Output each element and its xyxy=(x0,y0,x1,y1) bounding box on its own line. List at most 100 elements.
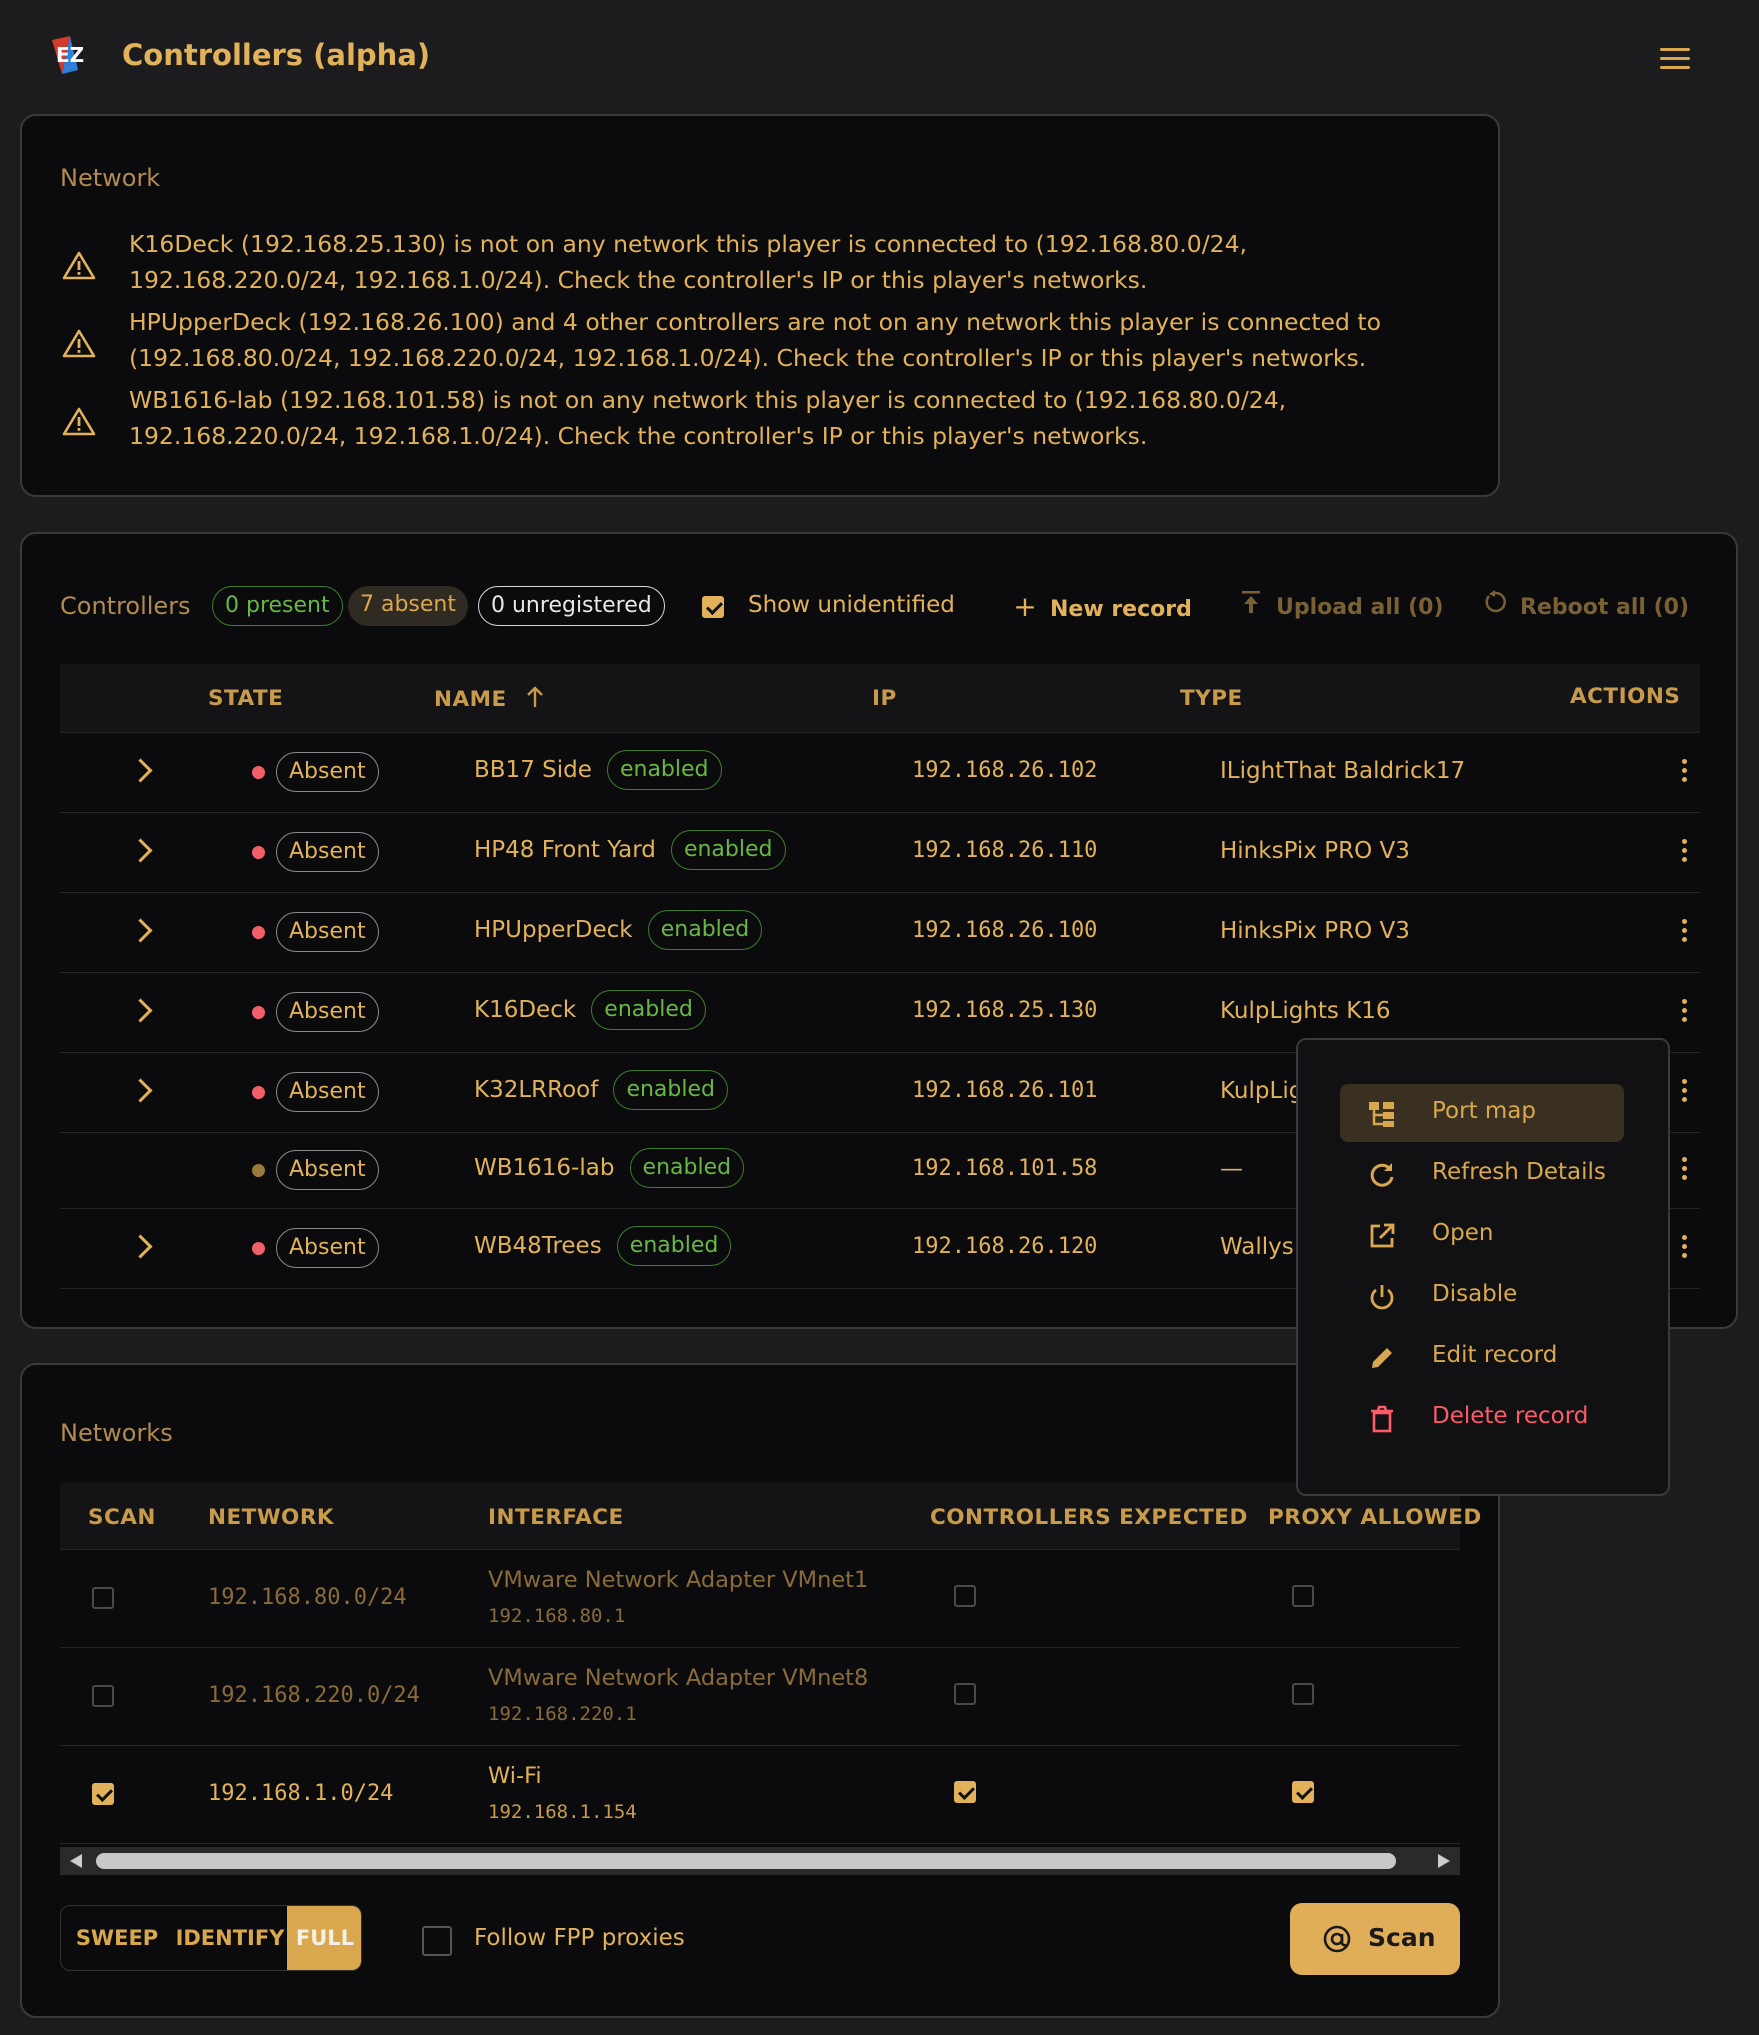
status-dot xyxy=(252,1086,265,1099)
expand-chevron-icon[interactable] xyxy=(128,838,153,863)
plus-icon: + xyxy=(1013,590,1037,623)
controller-name[interactable]: WB48Trees xyxy=(474,1233,602,1259)
controllers-expected-checkbox[interactable] xyxy=(954,1585,976,1607)
menu-item-label: Delete record xyxy=(1432,1403,1589,1429)
scan-mode-identify-button[interactable]: IDENTIFY xyxy=(173,1906,287,1970)
enabled-badge: enabled xyxy=(629,1148,745,1188)
new-record-button[interactable]: + New record xyxy=(1012,590,1192,623)
enabled-badge: enabled xyxy=(670,830,786,870)
follow-proxies-checkbox[interactable] xyxy=(422,1926,452,1956)
controller-type: HinksPix PRO V3 xyxy=(1220,838,1410,864)
upload-all-button[interactable]: Upload all (0) xyxy=(1238,590,1444,620)
expand-chevron-icon[interactable] xyxy=(128,758,153,783)
interface-ip: 192.168.220.1 xyxy=(488,1703,637,1725)
controller-name[interactable]: BB17 Side xyxy=(474,757,592,783)
present-count-badge[interactable]: 0 present xyxy=(212,586,343,626)
network-label: Network xyxy=(60,164,161,192)
expand-chevron-icon[interactable] xyxy=(128,918,153,943)
proxy-allowed-checkbox[interactable] xyxy=(1292,1683,1314,1705)
controllers-expected-checkbox[interactable] xyxy=(954,1781,976,1803)
controller-name[interactable]: HP48 Front Yard xyxy=(474,837,656,863)
power-icon xyxy=(1368,1283,1396,1311)
network-panel: Network K16Deck (192.168.25.130) is not … xyxy=(20,114,1500,497)
expand-chevron-icon[interactable] xyxy=(128,1078,153,1103)
menu-item-port-map[interactable]: Port map xyxy=(1340,1084,1624,1142)
scan-button[interactable]: Scan xyxy=(1290,1903,1460,1975)
hamburger-menu-icon[interactable] xyxy=(1660,48,1690,70)
controller-row[interactable]: Absent HPUpperDeck enabled 192.168.26.10… xyxy=(60,892,1700,973)
expand-chevron-icon[interactable] xyxy=(128,1234,153,1259)
controller-name[interactable]: K16Deck xyxy=(474,997,576,1023)
scroll-left-icon[interactable] xyxy=(70,1854,82,1868)
controllers-table-header: STATE NAME IP TYPE ACTIONS xyxy=(60,664,1700,733)
proxy-allowed-checkbox[interactable] xyxy=(1292,1781,1314,1803)
controller-name-cell: HP48 Front Yard enabled xyxy=(474,830,786,870)
unregistered-count-badge[interactable]: 0 unregistered xyxy=(478,586,665,626)
type-column-header[interactable]: TYPE xyxy=(1180,686,1243,711)
more-actions-icon[interactable] xyxy=(1682,759,1688,786)
menu-item-refresh-details[interactable]: Refresh Details xyxy=(1340,1145,1624,1203)
scan-checkbox[interactable] xyxy=(92,1783,114,1805)
scrollbar-thumb[interactable] xyxy=(96,1853,1396,1869)
at-sign-icon xyxy=(1323,1925,1351,1953)
interface-name: VMware Network Adapter VMnet1 xyxy=(488,1567,869,1593)
scan-mode-sweep-button[interactable]: SWEEP xyxy=(61,1906,173,1970)
follow-proxies-label: Follow FPP proxies xyxy=(474,1925,685,1951)
networks-label: Networks xyxy=(60,1419,173,1447)
more-actions-icon[interactable] xyxy=(1682,1157,1688,1184)
menu-item-label: Edit record xyxy=(1432,1342,1558,1368)
state-column-header[interactable]: STATE xyxy=(208,686,283,711)
menu-item-edit-record[interactable]: Edit record xyxy=(1340,1328,1624,1386)
controller-row[interactable]: Absent BB17 Side enabled 192.168.26.102 I… xyxy=(60,732,1700,813)
name-column-header[interactable]: NAME xyxy=(434,686,545,712)
status-dot xyxy=(252,1006,265,1019)
port-map-icon xyxy=(1368,1100,1396,1128)
warning-icon xyxy=(62,407,96,436)
menu-item-delete-record[interactable]: Delete record xyxy=(1340,1389,1624,1447)
controller-ip: 192.168.26.101 xyxy=(912,1078,1098,1103)
more-actions-icon[interactable] xyxy=(1682,919,1688,946)
more-actions-icon[interactable] xyxy=(1682,1235,1688,1262)
trash-icon xyxy=(1368,1405,1396,1433)
menu-item-label: Open xyxy=(1432,1220,1494,1246)
upload-icon xyxy=(1238,590,1264,620)
state-badge: Absent xyxy=(276,912,379,952)
state-badge: Absent xyxy=(276,832,379,872)
more-actions-icon[interactable] xyxy=(1682,1079,1688,1106)
menu-item-open[interactable]: Open xyxy=(1340,1206,1624,1264)
network-row: 192.168.80.0/24 VMware Network Adapter V… xyxy=(60,1549,1460,1648)
scroll-right-icon[interactable] xyxy=(1438,1854,1450,1868)
state-badge: Absent xyxy=(276,1072,379,1112)
absent-count-badge[interactable]: 7 absent xyxy=(348,586,469,626)
ip-column-header[interactable]: IP xyxy=(872,686,897,711)
menu-item-label: Port map xyxy=(1432,1098,1537,1124)
controller-name[interactable]: HPUpperDeck xyxy=(474,917,633,943)
show-unidentified-checkbox[interactable] xyxy=(702,596,724,618)
reboot-all-button[interactable]: Reboot all (0) xyxy=(1482,590,1689,620)
enabled-badge: enabled xyxy=(613,1070,728,1110)
warning-icon xyxy=(62,329,96,358)
more-actions-icon[interactable] xyxy=(1682,999,1688,1026)
menu-item-label: Refresh Details xyxy=(1432,1159,1606,1185)
pencil-icon xyxy=(1368,1344,1396,1372)
scan-checkbox[interactable] xyxy=(92,1685,114,1707)
menu-item-disable[interactable]: Disable xyxy=(1340,1267,1624,1325)
expand-chevron-icon[interactable] xyxy=(128,998,153,1023)
more-actions-icon[interactable] xyxy=(1682,839,1688,866)
state-badge: Absent xyxy=(276,752,379,792)
controller-name-cell: WB48Trees enabled xyxy=(474,1226,732,1266)
controller-row[interactable]: Absent HP48 Front Yard enabled 192.168.2… xyxy=(60,812,1700,893)
scan-checkbox[interactable] xyxy=(92,1587,114,1609)
scan-mode-full-button[interactable]: FULL xyxy=(287,1906,361,1970)
proxy-allowed-checkbox[interactable] xyxy=(1292,1585,1314,1607)
open-external-icon xyxy=(1368,1222,1396,1250)
controller-name-cell: HPUpperDeck enabled xyxy=(474,910,763,950)
controller-name-cell: WB1616-lab enabled xyxy=(474,1148,745,1188)
controller-name[interactable]: WB1616-lab xyxy=(474,1155,614,1181)
controller-name[interactable]: K32LRRoof xyxy=(474,1077,598,1103)
state-badge: Absent xyxy=(276,1228,379,1268)
networks-panel: Networks SCAN NETWORK INTERFACE CONTROLL… xyxy=(20,1363,1500,2018)
interface-column-header: INTERFACE xyxy=(488,1505,624,1530)
horizontal-scrollbar[interactable] xyxy=(60,1847,1460,1875)
controllers-expected-checkbox[interactable] xyxy=(954,1683,976,1705)
